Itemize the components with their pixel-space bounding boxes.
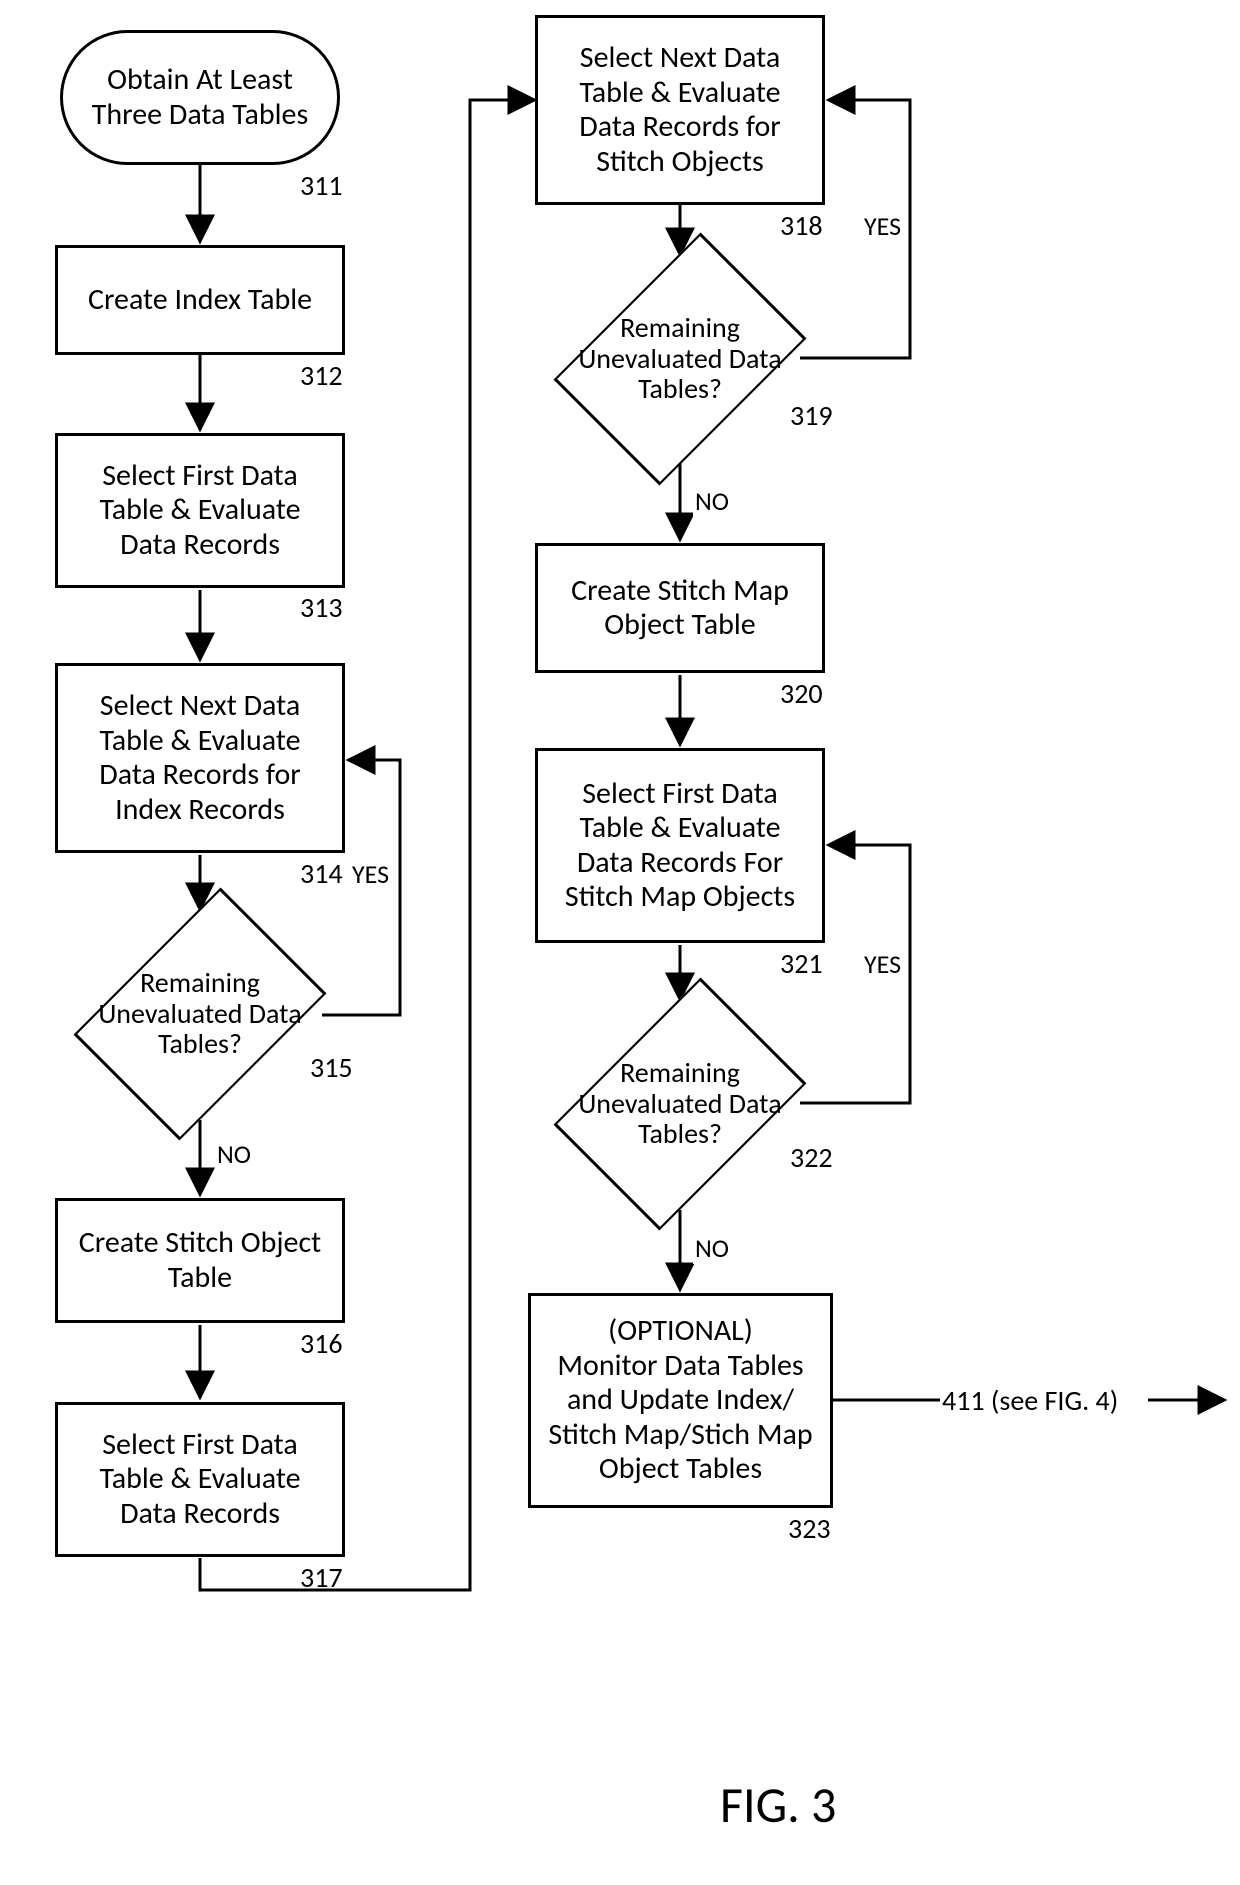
node-314: Select Next Data Table & Evaluate Data R… [55,663,345,853]
ref-323: 323 [788,1511,831,1546]
node-313-text: Select First Data Table & Evaluate Data … [68,459,332,563]
node-320-text: Create Stitch Map Object Table [548,574,812,643]
exit-label: 411 (see FIG. 4) [942,1383,1118,1418]
ref-313: 313 [300,590,343,625]
edge-319-yes: YES [862,210,903,242]
node-316: Create Stitch Object Table [55,1198,345,1323]
ref-321: 321 [780,946,823,981]
node-319-text: Remaining Unevaluated Data Tables? [576,313,784,405]
node-311-text: Obtain At Least Three Data Tables [73,63,327,132]
ref-320: 320 [780,676,823,711]
node-318: Select Next Data Table & Evaluate Data R… [535,15,825,205]
node-321-text: Select First Data Table & Evaluate Data … [548,777,812,915]
ref-314: 314 [300,856,343,891]
ref-319: 319 [790,398,833,433]
node-316-text: Create Stitch Object Table [68,1226,332,1295]
node-315: Remaining Unevaluated Data Tables? [96,910,304,1118]
ref-318: 318 [780,208,823,243]
edge-315-no: NO [215,1138,253,1170]
node-314-text: Select Next Data Table & Evaluate Data R… [68,689,332,827]
ref-312: 312 [300,358,343,393]
ref-322: 322 [790,1140,833,1175]
ref-316: 316 [300,1326,343,1361]
node-315-text: Remaining Unevaluated Data Tables? [96,968,304,1060]
edge-319-no: NO [693,485,731,517]
ref-317: 317 [300,1560,343,1595]
node-318-text: Select Next Data Table & Evaluate Data R… [548,41,812,179]
ref-311: 311 [300,168,343,203]
node-322-text: Remaining Unevaluated Data Tables? [576,1058,784,1150]
node-312-text: Create Index Table [88,283,312,318]
node-322: Remaining Unevaluated Data Tables? [576,1000,784,1208]
node-323: (OPTIONAL) Monitor Data Tables and Updat… [528,1293,833,1508]
node-321: Select First Data Table & Evaluate Data … [535,748,825,943]
node-319: Remaining Unevaluated Data Tables? [576,255,784,463]
node-317-text: Select First Data Table & Evaluate Data … [68,1428,332,1532]
node-312: Create Index Table [55,245,345,355]
figure-label: FIG. 3 [720,1775,836,1836]
node-313: Select First Data Table & Evaluate Data … [55,433,345,588]
node-311: Obtain At Least Three Data Tables [60,30,340,165]
ref-315: 315 [310,1050,353,1085]
node-323-text: (OPTIONAL) Monitor Data Tables and Updat… [541,1314,820,1487]
edge-322-no: NO [693,1232,731,1264]
node-320: Create Stitch Map Object Table [535,543,825,673]
node-317: Select First Data Table & Evaluate Data … [55,1402,345,1557]
edge-315-yes: YES [350,858,391,890]
edge-322-yes: YES [862,948,903,980]
